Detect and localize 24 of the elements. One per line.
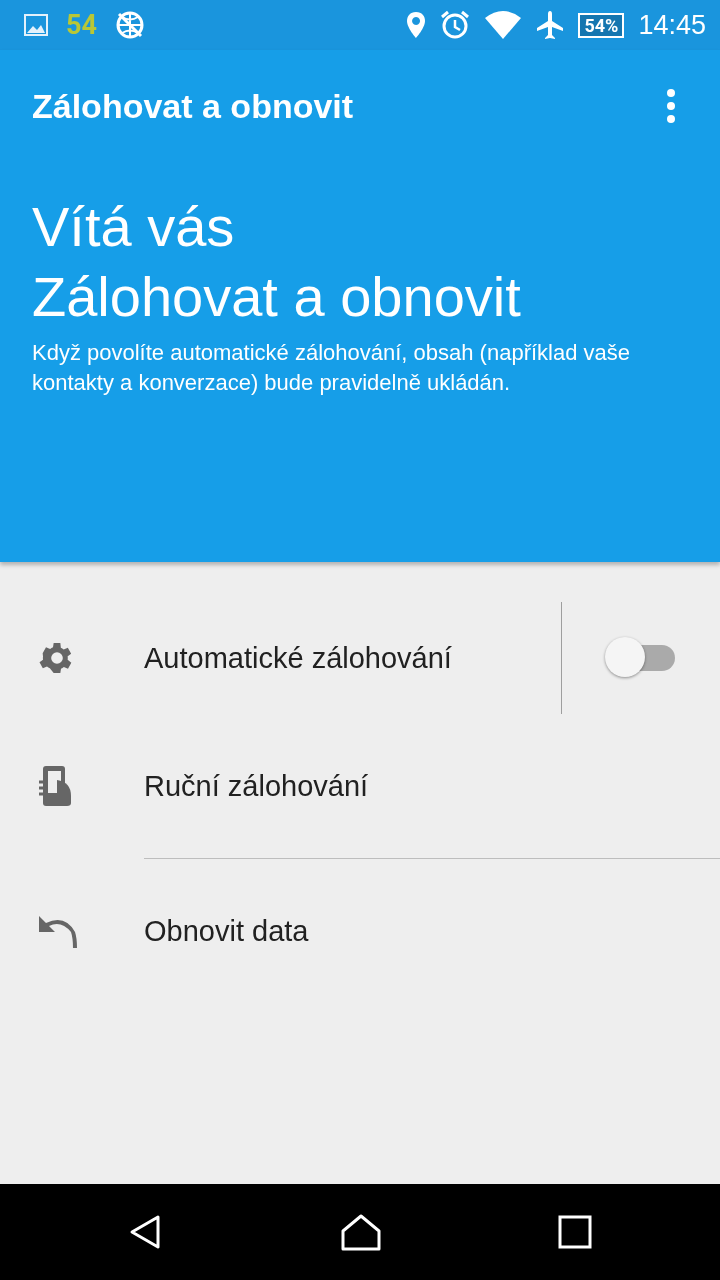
more-options-icon[interactable] bbox=[666, 89, 676, 123]
item-label: Ruční zálohování bbox=[144, 769, 370, 803]
airplane-icon bbox=[536, 10, 565, 40]
app-heading: Zálohovat a obnovit bbox=[32, 264, 522, 330]
recents-icon[interactable] bbox=[558, 1215, 592, 1249]
welcome-heading: Vítá vás bbox=[32, 194, 236, 260]
app-title: Zálohovat a obnovit bbox=[32, 86, 354, 126]
clock: 14:45 bbox=[638, 9, 706, 41]
location-icon bbox=[406, 11, 427, 39]
menu-item[interactable]: Ruční zálohování bbox=[0, 730, 720, 842]
description-text: Když povolíte automatické zálohování, obsah (například vaše kontakty a konverzace) bude pravidelně ukládán. bbox=[32, 339, 632, 397]
notification-count: 54 bbox=[66, 9, 97, 41]
home-icon[interactable] bbox=[340, 1213, 382, 1251]
toggle-switch[interactable] bbox=[605, 637, 677, 679]
item-label: Automatické zálohování bbox=[144, 641, 453, 675]
wifi-icon bbox=[484, 10, 523, 40]
menu-item[interactable]: Obnovit data bbox=[0, 875, 720, 987]
setting-row[interactable]: Automatické zálohování bbox=[0, 602, 720, 714]
globe-icon bbox=[115, 10, 145, 40]
image-icon bbox=[24, 14, 48, 36]
undo-icon bbox=[37, 914, 77, 948]
battery-indicator: 54% bbox=[578, 12, 625, 38]
item-label: Obnovit data bbox=[144, 914, 310, 948]
alarm-icon bbox=[440, 10, 471, 40]
